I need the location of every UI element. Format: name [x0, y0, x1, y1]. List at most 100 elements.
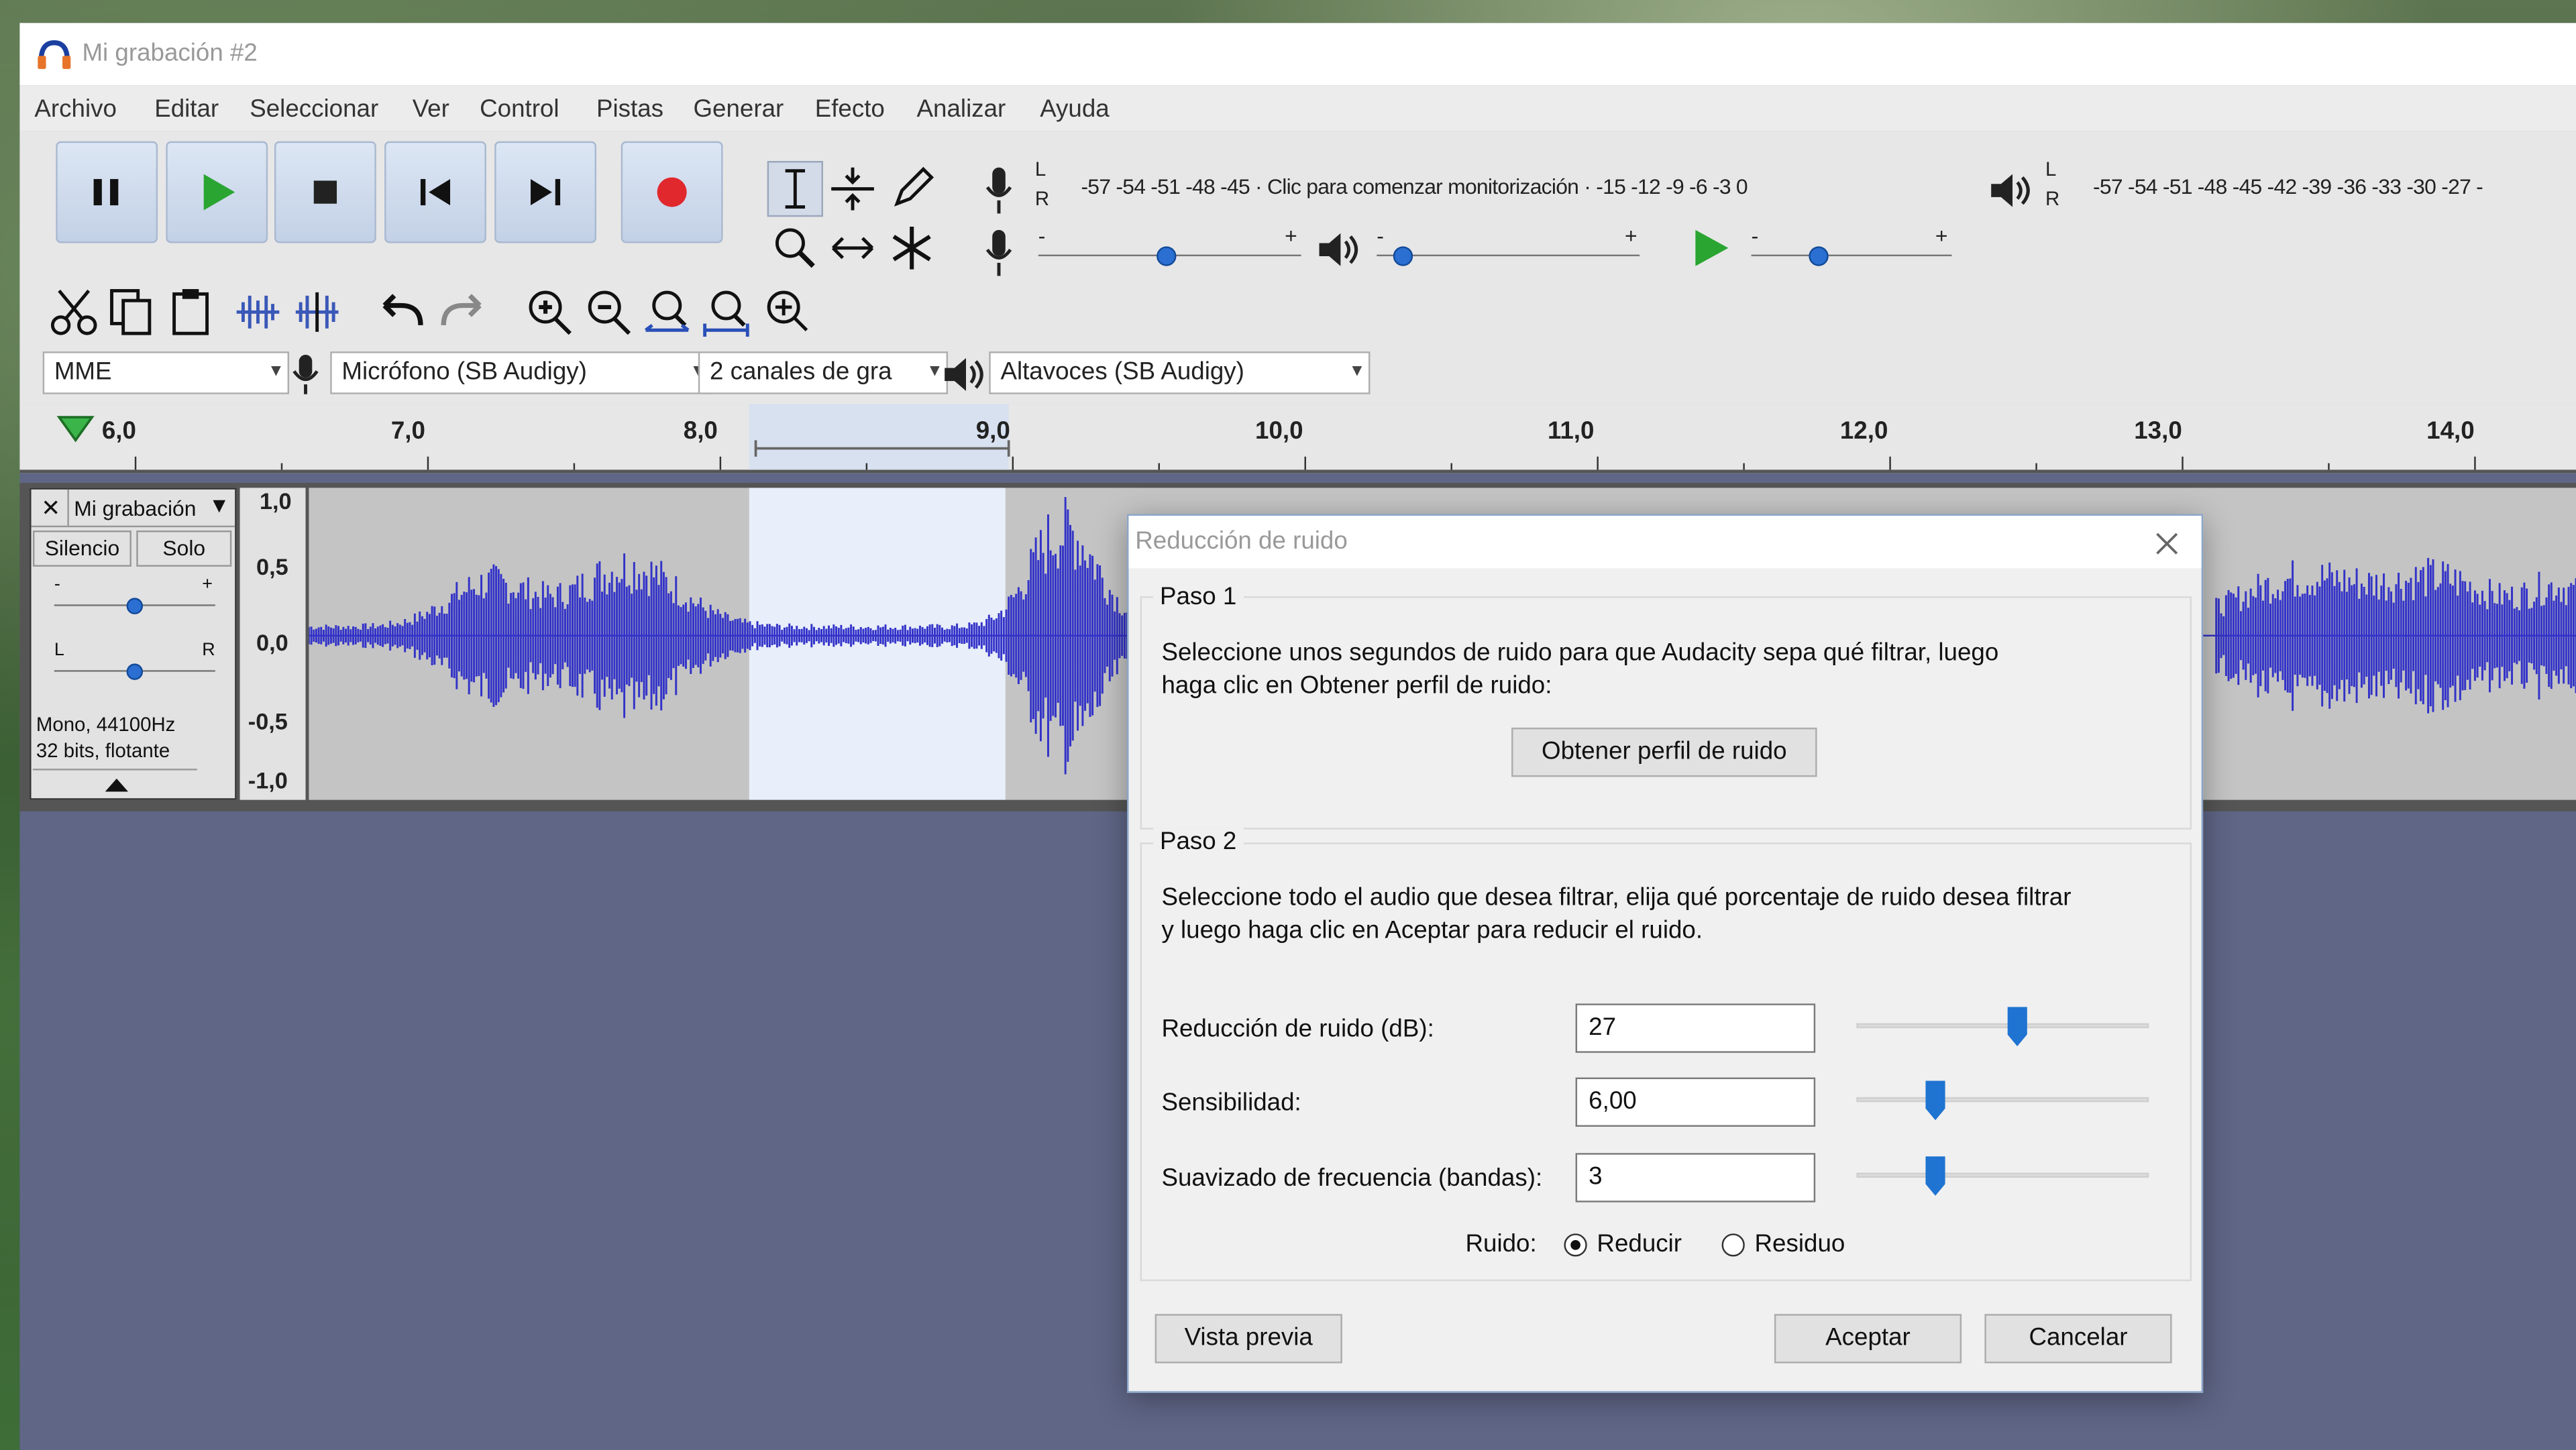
gain-slider-thumb[interactable]	[126, 598, 144, 614]
zoom-tool[interactable]	[767, 220, 823, 276]
track-sample-format-info: 32 bits, flotante	[36, 739, 170, 763]
fit-project-icon[interactable]	[700, 286, 755, 338]
ruler-label: 10,0	[1255, 417, 1303, 445]
silence-audio-icon[interactable]	[289, 286, 345, 338]
menu-control[interactable]: Control	[480, 95, 559, 123]
close-icon[interactable]	[2154, 531, 2180, 557]
playback-meter-speaker-icon[interactable]	[1986, 168, 2033, 214]
residue-radio-label[interactable]: Residuo	[1755, 1230, 1845, 1258]
track-menu-arrow-icon[interactable]: ▼	[209, 493, 230, 518]
step1-text-line2: haga clic en Obtener perfil de ruido:	[1161, 671, 1552, 700]
ruler-label: 9,0	[975, 417, 1010, 445]
cut-icon[interactable]	[46, 286, 102, 338]
audio-host-select[interactable]: MME ▾	[42, 351, 290, 394]
ruler-tick	[2328, 463, 2330, 470]
play-speed-thumb[interactable]	[1809, 246, 1829, 266]
menu-ver[interactable]: Ver	[413, 95, 449, 123]
draw-tool[interactable]	[884, 161, 940, 217]
step2-text-line1: Seleccione todo el audio que desea filtr…	[1161, 883, 2072, 912]
residue-radio[interactable]	[1721, 1233, 1745, 1257]
play-at-speed-icon[interactable]	[1686, 223, 1735, 272]
ruler-label: 13,0	[2134, 417, 2182, 445]
ruler-tick	[427, 456, 429, 470]
magnifier-icon	[775, 228, 815, 268]
menu-ayuda[interactable]: Ayuda	[1040, 95, 1110, 123]
play-head-icon[interactable]	[56, 410, 95, 447]
menu-editar[interactable]: Editar	[154, 95, 219, 123]
ruler-label: 6,0	[101, 417, 136, 445]
time-shift-tool[interactable]	[824, 220, 880, 276]
cancel-button[interactable]: Cancelar	[1984, 1314, 2172, 1363]
pan-slider-thumb[interactable]	[126, 663, 144, 680]
track-name-menu[interactable]: Mi grabación	[74, 496, 196, 521]
meter-left-label: L	[1034, 158, 1046, 181]
play-button[interactable]	[166, 141, 268, 243]
record-meter-mic-icon[interactable]	[981, 164, 1017, 217]
copy-icon[interactable]	[105, 286, 161, 338]
rec-vol-minus: -	[1038, 223, 1046, 248]
playback-meter-scale[interactable]: -57 -54 -51 -48 -45 -42 -39 -36 -33 -30 …	[2093, 174, 2483, 199]
speed-plus: +	[1935, 223, 1948, 248]
menu-analizar[interactable]: Analizar	[917, 95, 1006, 123]
chevron-down-icon: ▾	[271, 357, 281, 382]
trim-audio-icon[interactable]	[230, 286, 286, 338]
noise-reduction-db-input[interactable]: 27	[1575, 1003, 1816, 1053]
menu-efecto[interactable]: Efecto	[815, 95, 885, 123]
menu-seleccionar[interactable]: Seleccionar	[250, 95, 378, 123]
skip-end-button[interactable]	[494, 141, 596, 243]
recording-device-select[interactable]: Micrófono (SB Audigy)▾	[330, 351, 712, 394]
sensitivity-slider[interactable]	[1856, 1097, 2149, 1103]
undo-icon[interactable]	[374, 286, 430, 338]
skip-start-button[interactable]	[384, 141, 486, 243]
menu-pistas[interactable]: Pistas	[596, 95, 663, 123]
ruler-label: 12,0	[1839, 417, 1888, 445]
preview-button[interactable]: Vista previa	[1155, 1314, 1342, 1363]
play-icon	[203, 174, 235, 211]
sensitivity-input[interactable]: 6,00	[1575, 1077, 1816, 1127]
record-meter-scale[interactable]: -57 -54 -51 -48 -45 · Clic para comenzar…	[1081, 174, 1748, 199]
playback-volume-slider[interactable]	[1377, 254, 1640, 257]
frequency-smoothing-slider[interactable]	[1856, 1172, 2149, 1178]
paste-icon[interactable]	[164, 286, 220, 338]
zoom-out-icon[interactable]	[582, 286, 637, 338]
timeline-ruler[interactable]: 6,0 7,0 8,0 9,0 10,0 11,0 12,0 13,0 14,0	[19, 404, 2576, 473]
playback-volume-thumb[interactable]	[1393, 246, 1413, 266]
noise-reduction-db-slider[interactable]	[1856, 1023, 2149, 1029]
ok-button[interactable]: Aceptar	[1774, 1314, 1962, 1363]
redo-icon[interactable]	[434, 286, 490, 338]
reduce-radio[interactable]	[1564, 1233, 1587, 1257]
scale-label: 1,0	[259, 488, 292, 514]
mute-button[interactable]: Silencio	[32, 531, 131, 567]
recording-channels-select[interactable]: 2 canales de gra ▾	[698, 351, 949, 394]
zoom-in-icon[interactable]	[523, 286, 578, 338]
sensitivity-label: Sensibilidad:	[1161, 1089, 1301, 1117]
skip-start-icon	[420, 178, 451, 206]
collapse-track-button[interactable]	[32, 769, 197, 800]
frequency-smoothing-input[interactable]: 3	[1575, 1153, 1816, 1203]
multi-tool[interactable]	[884, 220, 940, 276]
scale-label: 0,5	[256, 553, 288, 580]
pause-button[interactable]	[56, 141, 158, 243]
menu-archivo[interactable]: Archivo	[34, 95, 117, 123]
frequency-smoothing-label: Suavizado de frecuencia (bandas):	[1161, 1164, 1543, 1192]
play-speed-slider[interactable]	[1751, 254, 1952, 257]
get-noise-profile-button[interactable]: Obtener perfil de ruido	[1511, 727, 1817, 777]
record-volume-thumb[interactable]	[1157, 246, 1177, 266]
track-close-button[interactable]: ✕	[41, 494, 60, 522]
reduce-radio-label[interactable]: Reducir	[1597, 1230, 1682, 1258]
record-button[interactable]	[621, 141, 723, 243]
stop-button[interactable]	[274, 141, 376, 243]
menu-generar[interactable]: Generar	[693, 95, 784, 123]
selection-tool[interactable]	[767, 161, 823, 217]
playback-device-select[interactable]: Altavoces (SB Audigy) ▾	[989, 351, 1371, 394]
envelope-tool[interactable]	[824, 161, 880, 217]
pan-right-label: R	[202, 640, 215, 661]
zoom-toggle-icon[interactable]	[759, 286, 814, 338]
fit-selection-icon[interactable]	[641, 286, 696, 338]
ruler-label: 7,0	[390, 417, 425, 445]
playback-device-value: Altavoces (SB Audigy)	[1000, 357, 1244, 386]
menu-bar: Archivo Editar Seleccionar Ver Control P…	[19, 85, 2576, 131]
ruler-tick	[1304, 456, 1306, 470]
stop-icon	[313, 180, 337, 204]
solo-button[interactable]: Solo	[136, 531, 232, 567]
